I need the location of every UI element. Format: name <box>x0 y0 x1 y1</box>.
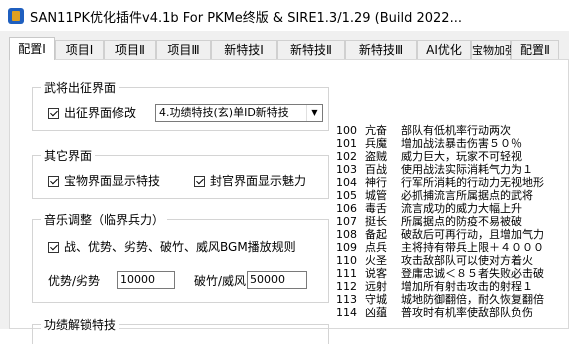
list-item: 101 兵魔 增加战法暴击伤害５０％ <box>336 137 522 150</box>
skill-list: 100 亢奋 部队有低机率行动两次 101 兵魔 增加战法暴击伤害５０％ 102 盗贼 威力… <box>336 124 564 324</box>
list-item: 111 说客 登庸忠诚＜８５者失败必击破 <box>336 267 544 280</box>
bgm-rule-checkbox[interactable]: 战、优势、劣势、破竹、威风BGM播放规则 <box>48 239 296 255</box>
list-item: 102 盗贼 威力巨大，玩家不可轻视 <box>336 150 522 163</box>
group-title: 音乐调整（临界兵力） <box>41 211 168 228</box>
advantage-label: 优势/劣势 <box>48 274 101 288</box>
checkbox-checked-icon[interactable] <box>48 242 59 253</box>
tab-ai-optimize[interactable]: AI优化 <box>417 40 471 59</box>
tab-config-1[interactable]: 配置Ⅰ <box>9 37 55 60</box>
breakthrough-label: 破竹/威风 <box>194 274 247 288</box>
checkbox-checked-icon[interactable] <box>48 108 59 119</box>
tab-new-skill-1[interactable]: 新特技Ⅰ <box>211 40 277 59</box>
list-item: 100 亢奋 部队有低机率行动两次 <box>336 124 511 137</box>
group-music-adjust: 音乐调整（临界兵力） 战、优势、劣势、破竹、威风BGM播放规则 优势/劣势 10… <box>32 211 329 303</box>
group-title: 武将出征界面 <box>41 79 120 96</box>
list-item: 106 毒舌 流言成功的威力大幅上升 <box>336 202 522 215</box>
checkbox-checked-icon[interactable] <box>48 176 59 187</box>
list-item: 108 备起 破敌后可再行动，且增加气力 <box>336 228 544 241</box>
list-item: 109 点兵 主将持有带兵上限＋４０００ <box>336 241 544 254</box>
deploy-screen-checkbox[interactable]: 出征界面修改 <box>48 105 136 121</box>
breakthrough-input[interactable]: 50000 <box>247 271 307 289</box>
tab-project-1[interactable]: 项目Ⅰ <box>55 40 104 59</box>
treasure-show-skill-checkbox[interactable]: 宝物界面显示特技 <box>48 173 160 189</box>
list-item: 104 神行 行军所消耗的行动力无视地形 <box>336 176 544 189</box>
deploy-skill-select[interactable]: 4.功绩特技(玄)单ID新特技 ▼ <box>155 104 323 122</box>
checkbox-checked-icon[interactable] <box>194 176 205 187</box>
tab-new-skill-3[interactable]: 新特技Ⅲ <box>345 40 417 59</box>
group-merit-unlock: 功绩解锁特技 <box>32 316 329 344</box>
list-item: 107 挺长 所属据点的防疫不易被破 <box>336 215 522 228</box>
tab-treasure-boost[interactable]: 宝物加强 <box>471 40 516 59</box>
list-item: 114 凶蕴 普攻时有机率使敌部队负伤 <box>336 306 533 319</box>
list-item: 103 百战 使用战法实际消耗气力为１ <box>336 163 533 176</box>
list-item: 112 远射 增加所有射击攻击的射程１ <box>336 280 533 293</box>
list-item: 110 火圣 攻击敌部队可以使对方着火 <box>336 254 533 267</box>
tab-strip: 配置Ⅰ 项目Ⅰ 项目Ⅱ 项目Ⅲ 新特技Ⅰ 新特技Ⅱ 新特技Ⅲ AI优化 宝物加强… <box>9 37 569 60</box>
window-title: SAN11PK优化插件v4.1b For PKMe终版 & SIRE1.3/1.… <box>30 11 462 26</box>
group-title: 其它界面 <box>41 147 96 164</box>
advantage-input[interactable]: 10000 <box>117 271 175 289</box>
list-item: 105 城管 必抓捕流言所属据点的武将 <box>336 189 533 202</box>
chevron-down-icon[interactable]: ▼ <box>306 105 322 121</box>
tab-new-skill-2[interactable]: 新特技Ⅱ <box>277 40 345 59</box>
group-title: 功绩解锁特技 <box>41 316 120 333</box>
title-bar: SAN11PK优化插件v4.1b For PKMe终版 & SIRE1.3/1.… <box>0 0 569 32</box>
tab-project-2[interactable]: 项目Ⅱ <box>104 40 156 59</box>
group-other-screens: 其它界面 宝物界面显示特技 封官界面显示魅力 <box>32 147 329 199</box>
list-item: 113 守城 城地防御翻倍，耐久恢复翻倍 <box>336 293 544 306</box>
tab-panel: 武将出征界面 出征界面修改 4.功绩特技(玄)单ID新特技 ▼ 其它界面 宝物界… <box>9 59 569 344</box>
tab-config-2[interactable]: 配置Ⅱ <box>511 40 559 59</box>
window-body: 配置Ⅰ 项目Ⅰ 项目Ⅱ 项目Ⅲ 新特技Ⅰ 新特技Ⅱ 新特技Ⅲ AI优化 宝物加强… <box>0 31 569 344</box>
app-icon <box>8 8 24 24</box>
tab-project-3[interactable]: 项目Ⅲ <box>156 40 211 59</box>
group-deploy-screen: 武将出征界面 出征界面修改 4.功绩特技(玄)单ID新特技 ▼ <box>32 79 329 131</box>
appoint-show-charm-checkbox[interactable]: 封官界面显示魅力 <box>194 173 306 189</box>
